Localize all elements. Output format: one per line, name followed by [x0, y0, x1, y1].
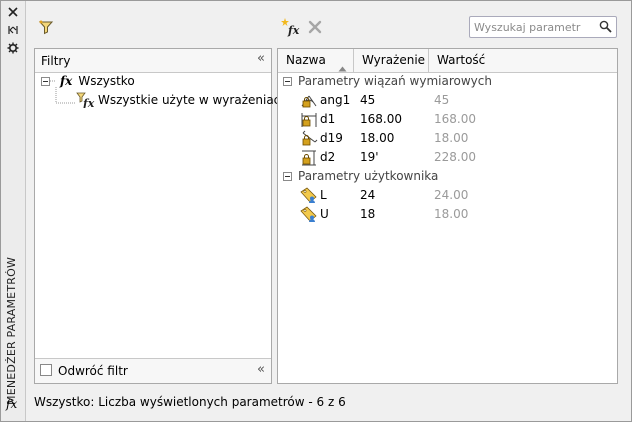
horizontal-dimension-icon	[300, 111, 318, 128]
status-text: Wszystko: Liczba wyświetlonych parametró…	[34, 395, 346, 409]
fx-filter-icon: fx	[76, 92, 96, 110]
column-header-name[interactable]: Nazwa	[278, 49, 354, 72]
parameter-row[interactable]: d19 18.00 18.00	[278, 129, 617, 148]
expand-toggle-icon[interactable]	[41, 76, 50, 86]
parameter-expression[interactable]: 19'	[360, 150, 379, 164]
auto-hide-icon[interactable]	[6, 23, 20, 37]
svg-text:fx: fx	[287, 24, 300, 37]
fx-icon: fx	[60, 74, 73, 88]
properties-gear-icon[interactable]	[6, 41, 20, 55]
parameters-grid: Nazwa Wyrażenie Wartość Parametry wiązań…	[277, 48, 618, 384]
group-user-parameters[interactable]: Parametry użytkownika	[278, 167, 438, 185]
column-name-label: Nazwa	[286, 53, 326, 67]
tree-item-all[interactable]: fx Wszystko	[41, 72, 135, 90]
collapse-group-icon[interactable]	[283, 171, 292, 181]
tree-item-label: Wszystko	[78, 74, 135, 88]
collapse-filters-bottom-icon[interactable]: «	[257, 362, 265, 377]
angular-dimension-icon	[300, 92, 318, 109]
parameter-name: U	[320, 207, 329, 221]
column-header-row: Nazwa Wyrażenie Wartość	[278, 49, 617, 73]
parameter-row[interactable]: d1 168.00 168.00	[278, 110, 617, 129]
parameter-name: d19	[320, 131, 343, 145]
parameter-value: 18.00	[434, 131, 469, 145]
parameter-value: 168.00	[434, 112, 476, 126]
palette-title: MENEDŻER PARAMETRÓW	[5, 256, 18, 405]
parameter-name: L	[320, 188, 327, 202]
parameter-row[interactable]: d2 19' 228.00	[278, 148, 617, 167]
close-icon[interactable]	[6, 5, 20, 19]
delete-parameter-icon[interactable]	[306, 18, 324, 36]
tree-item-used-in-expressions[interactable]: fx Wszystkie użyte w wyrażeniach	[76, 91, 288, 110]
search-input[interactable]	[474, 19, 592, 35]
parameter-value: 24.00	[434, 188, 469, 202]
search-icon[interactable]	[599, 20, 612, 36]
aligned-dimension-icon	[300, 130, 318, 147]
invert-filter-bar: Odwróć filtr «	[35, 358, 271, 383]
parameter-expression[interactable]: 168.00	[360, 112, 402, 126]
parameter-expression[interactable]: 24	[360, 188, 375, 202]
column-header-expression[interactable]: Wyrażenie	[354, 49, 429, 72]
new-user-parameter-icon[interactable]: fx	[281, 17, 301, 37]
parameter-row[interactable]: U 18 18.00	[278, 205, 617, 224]
parameter-name: ang1	[320, 93, 351, 107]
group-dimensional-constraints[interactable]: Parametry wiązań wymiarowych	[278, 72, 492, 90]
parameter-value: 18.00	[434, 207, 469, 221]
parameter-value: 228.00	[434, 150, 476, 164]
user-parameter-icon	[300, 206, 318, 223]
group-label: Parametry użytkownika	[298, 169, 439, 183]
group-label: Parametry wiązań wymiarowych	[298, 74, 492, 88]
parameter-expression[interactable]: 18	[360, 207, 375, 221]
fx-icon: fx	[6, 397, 18, 411]
column-expression-label: Wyrażenie	[362, 53, 426, 67]
tree-item-label: Wszystkie użyte w wyrażeniach	[98, 93, 288, 107]
svg-text:fx: fx	[82, 97, 95, 108]
invert-filter-checkbox[interactable]	[40, 364, 52, 376]
invert-filter-label[interactable]: Odwróć filtr	[58, 364, 128, 378]
parameter-value: 45	[434, 93, 450, 107]
filters-panel: Filtry « fx Wszystko fx Wszystkie użyte …	[34, 48, 288, 384]
palette-title-bar[interactable]: MENEDŻER PARAMETRÓW fx	[1, 1, 26, 421]
vertical-dimension-icon	[300, 149, 318, 166]
parameter-row[interactable]: ang1 45 45	[278, 91, 617, 110]
parameters-manager-window: MENEDŻER PARAMETRÓW fx fx Filtry «	[0, 0, 632, 422]
parameter-name: d1	[320, 112, 336, 126]
column-value-label: Wartość	[437, 53, 486, 67]
parameter-expression[interactable]: 18.00	[360, 131, 394, 145]
filter-icon[interactable]	[37, 18, 55, 36]
collapse-group-icon[interactable]	[283, 76, 292, 86]
parameter-name: d2	[320, 150, 336, 164]
search-box[interactable]	[469, 16, 617, 38]
parameter-expression[interactable]: 45	[360, 93, 375, 107]
parameter-row[interactable]: L 24 24.00	[278, 186, 617, 205]
column-header-value[interactable]: Wartość	[429, 49, 618, 72]
user-parameter-icon	[300, 187, 318, 204]
